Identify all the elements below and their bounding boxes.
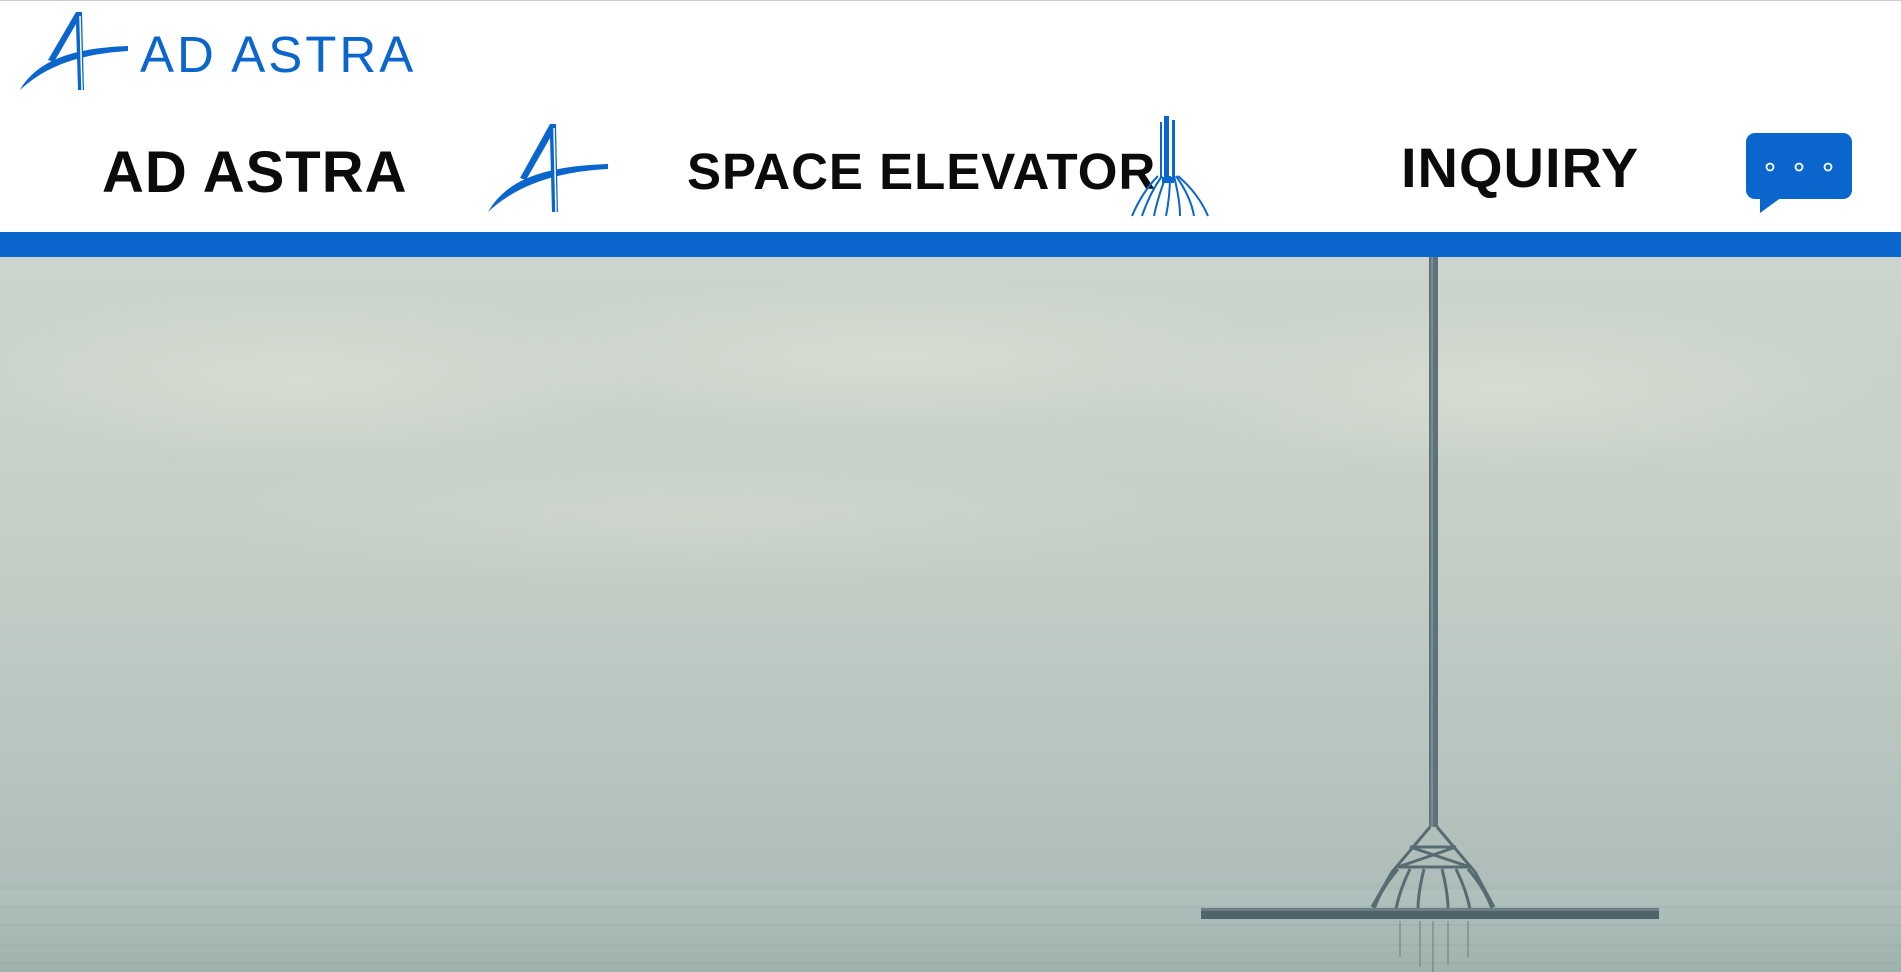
space-elevator-tower-icon [1128, 116, 1212, 225]
brand-logo-link[interactable]: AD ASTRA [18, 10, 416, 92]
nav-space-elevator[interactable]: SPACE ELEVATOR [687, 146, 1156, 197]
top-rule [0, 0, 1901, 1]
ad-astra-swoosh-icon [18, 10, 130, 92]
ad-astra-swoosh-icon [486, 122, 610, 219]
chat-bubble-icon [1746, 133, 1854, 217]
brand-name: AD ASTRA [140, 25, 417, 83]
chat-button[interactable] [1746, 133, 1854, 217]
nav-ad-astra[interactable]: AD ASTRA [102, 144, 408, 202]
hero-image [0, 257, 1901, 972]
nav-inquiry[interactable]: INQUIRY [1401, 140, 1639, 196]
accent-bar [0, 232, 1901, 257]
